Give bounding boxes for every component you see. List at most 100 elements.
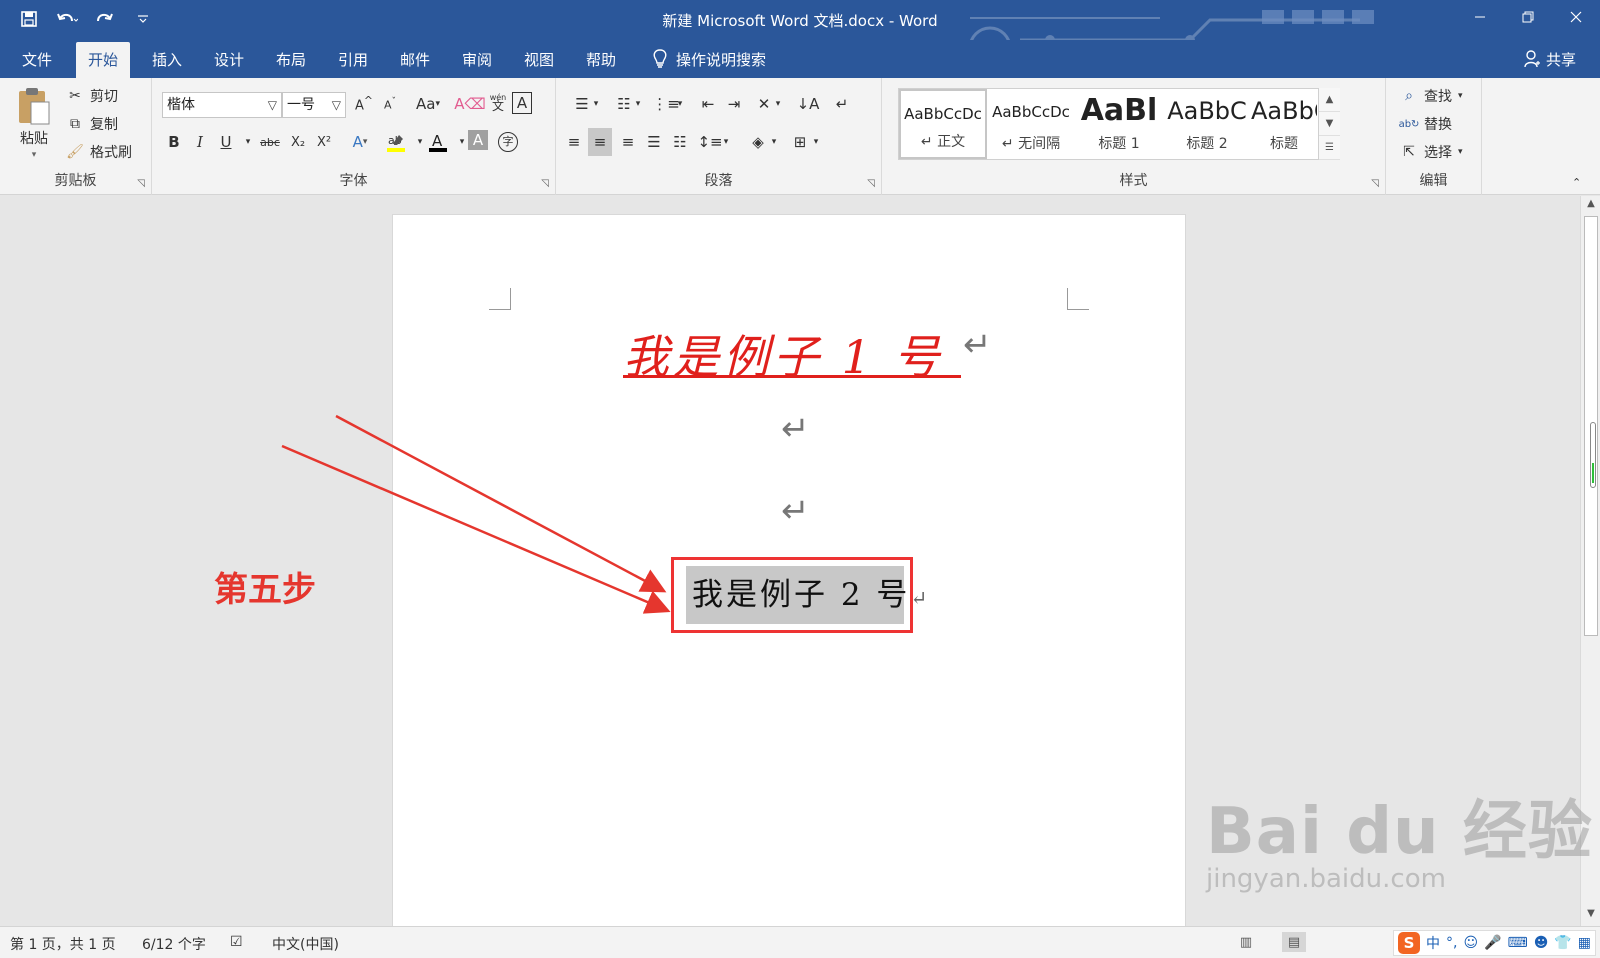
decrease-indent-button[interactable]: ⇤ — [696, 92, 720, 116]
style-heading-2[interactable]: AaBbC 标题 2 — [1163, 89, 1251, 159]
tab-help[interactable]: 帮助 — [574, 42, 628, 78]
dialog-launcher-icon[interactable]: ◹ — [541, 178, 549, 189]
sort-button[interactable]: ↓A — [796, 92, 820, 116]
change-case-button[interactable]: Aa ▾ — [408, 92, 448, 116]
chinese-layout-dropdown-icon[interactable]: ▾ — [772, 92, 784, 116]
tab-insert[interactable]: 插入 — [140, 42, 194, 78]
enclosed-char-icon: 字 — [498, 132, 518, 152]
word-count[interactable]: 6/12 个字 — [142, 934, 206, 954]
line-spacing-button[interactable]: ↕≡ — [697, 130, 723, 154]
change-case-label: Aa — [416, 95, 436, 113]
align-right-button[interactable]: ≡ — [616, 130, 640, 154]
distributed-button[interactable]: ☷ — [668, 130, 692, 154]
shirt-icon[interactable]: 👕 — [1554, 935, 1571, 951]
clear-formatting-button[interactable]: A⌫ — [454, 92, 485, 116]
superscript-button[interactable]: X² — [312, 130, 336, 154]
tab-file[interactable]: 文件 — [10, 42, 64, 78]
highlight-button[interactable]: ab — [384, 130, 408, 154]
borders-button[interactable]: ⊞ — [788, 130, 812, 154]
line-spacing-dropdown-icon[interactable]: ▾ — [720, 130, 732, 154]
show-hide-marks-button[interactable]: ↵ — [830, 92, 854, 116]
style-heading-1[interactable]: AaBl 标题 1 — [1075, 89, 1163, 159]
ime-toolbar: S 中 °, ☺ 🎤 ⌨ ☻ 👕 ▦ — [1393, 930, 1596, 956]
character-border-button[interactable]: A — [512, 92, 532, 114]
minimize-button[interactable] — [1456, 0, 1504, 34]
format-painter-button[interactable]: 🖌 格式刷 — [66, 142, 132, 162]
phonetic-guide-button[interactable]: wén 文 — [486, 90, 510, 114]
restore-button[interactable] — [1504, 0, 1552, 34]
dialog-launcher-icon[interactable]: ◹ — [1371, 178, 1379, 189]
justify-button[interactable]: ☰ — [642, 130, 666, 154]
cut-button[interactable]: ✂ 剪切 — [66, 86, 118, 106]
increase-indent-button[interactable]: ⇥ — [722, 92, 746, 116]
copy-button[interactable]: ⧉ 复制 — [66, 114, 118, 134]
sogou-logo-icon[interactable]: S — [1398, 932, 1420, 954]
enclose-characters-button[interactable]: 字 — [496, 130, 520, 154]
gallery-down-icon[interactable]: ▼ — [1319, 112, 1340, 136]
tab-references[interactable]: 引用 — [326, 42, 380, 78]
page-count[interactable]: 第 1 页，共 1 页 — [10, 934, 116, 954]
select-button[interactable]: ⇱ 选择 ▾ — [1400, 142, 1462, 162]
dialog-launcher-icon[interactable]: ◹ — [137, 178, 145, 189]
strikethrough-button[interactable]: abc — [256, 130, 284, 154]
numbering-dropdown-icon[interactable]: ▾ — [632, 92, 644, 116]
shading-button[interactable]: ◈ — [746, 130, 770, 154]
language-indicator[interactable]: 中文(中国) — [272, 934, 339, 954]
paste-button[interactable]: 粘贴 ▾ — [16, 86, 52, 160]
style-normal[interactable]: AaBbCcDc ↵ 正文 — [899, 89, 987, 159]
grid-icon[interactable]: ▦ — [1578, 935, 1591, 951]
tab-layout[interactable]: 布局 — [264, 42, 318, 78]
tab-home[interactable]: 开始 — [76, 42, 131, 78]
text-effects-button[interactable]: A ▾ — [348, 130, 372, 154]
scroll-up-icon[interactable]: ▲ — [1584, 198, 1598, 212]
scroll-down-icon[interactable]: ▼ — [1584, 908, 1598, 922]
shading-dropdown-icon[interactable]: ▾ — [768, 130, 780, 154]
ime-mode[interactable]: 中 — [1426, 933, 1440, 953]
font-name-combo[interactable]: 楷体 ▽ — [162, 92, 282, 118]
style-no-spacing[interactable]: AaBbCcDc ↵ 无间隔 — [987, 89, 1075, 159]
underline-button[interactable]: U — [214, 130, 238, 154]
close-button[interactable] — [1552, 0, 1600, 34]
borders-dropdown-icon[interactable]: ▾ — [810, 130, 822, 154]
user-icon[interactable]: ☻ — [1534, 935, 1549, 951]
proofing-icon[interactable]: ☑ — [230, 934, 243, 950]
align-left-button[interactable]: ≡ — [562, 130, 586, 154]
gallery-up-icon[interactable]: ▲ — [1319, 88, 1340, 112]
read-mode-button[interactable]: ▥ — [1234, 932, 1258, 952]
gallery-more-icon[interactable]: ☰ — [1319, 136, 1340, 160]
font-color-button[interactable]: A — [426, 130, 450, 154]
collapse-ribbon-button[interactable]: ⌃ — [1572, 176, 1581, 189]
tab-review[interactable]: 审阅 — [450, 42, 504, 78]
shrink-font-icon: Aˇ — [383, 96, 397, 112]
shrink-font-button[interactable]: Aˇ — [378, 92, 402, 116]
line-1-underline — [623, 375, 961, 378]
print-layout-button[interactable]: ▤ — [1282, 932, 1306, 952]
style-title[interactable]: AaBbC 标题 — [1251, 89, 1317, 159]
multilevel-dropdown-icon[interactable]: ▾ — [674, 92, 686, 116]
tell-me-search[interactable]: 操作说明搜索 — [652, 40, 766, 78]
tab-view[interactable]: 视图 — [512, 42, 566, 78]
line-spacing-icon: ↕≡ — [697, 133, 723, 151]
font-size-combo[interactable]: 一号 ▽ — [282, 92, 346, 118]
find-button[interactable]: ⌕ 查找 ▾ — [1400, 86, 1462, 106]
align-center-button[interactable]: ≡ — [588, 128, 612, 156]
subscript-button[interactable]: X₂ — [286, 130, 310, 154]
keyboard-icon[interactable]: ⌨ — [1508, 935, 1528, 951]
document-page[interactable]: 我是例子 1 号 ↵ ↵ ↵ 我是例子 2 号↵ — [392, 214, 1186, 926]
document-line-2-selected[interactable]: 我是例子 2 号↵ — [686, 566, 927, 624]
bullets-dropdown-icon[interactable]: ▾ — [590, 92, 602, 116]
share-button[interactable]: 共享 — [1524, 40, 1576, 78]
clipboard-group-label: 剪贴板 — [54, 173, 97, 189]
borders-icon: ⊞ — [793, 133, 807, 151]
ime-punctuation[interactable]: °, — [1446, 935, 1457, 951]
tab-design[interactable]: 设计 — [202, 42, 256, 78]
character-shading-button[interactable]: A — [468, 130, 488, 150]
smiley-icon[interactable]: ☺ — [1463, 935, 1478, 951]
italic-button[interactable]: I — [188, 130, 212, 154]
bold-button[interactable]: B — [162, 130, 186, 154]
grow-font-button[interactable]: A^ — [352, 92, 376, 116]
microphone-icon[interactable]: 🎤 — [1484, 935, 1501, 951]
tab-mailings[interactable]: 邮件 — [388, 42, 442, 78]
replace-button[interactable]: ab↻ 替换 — [1399, 114, 1452, 134]
dialog-launcher-icon[interactable]: ◹ — [867, 178, 875, 189]
